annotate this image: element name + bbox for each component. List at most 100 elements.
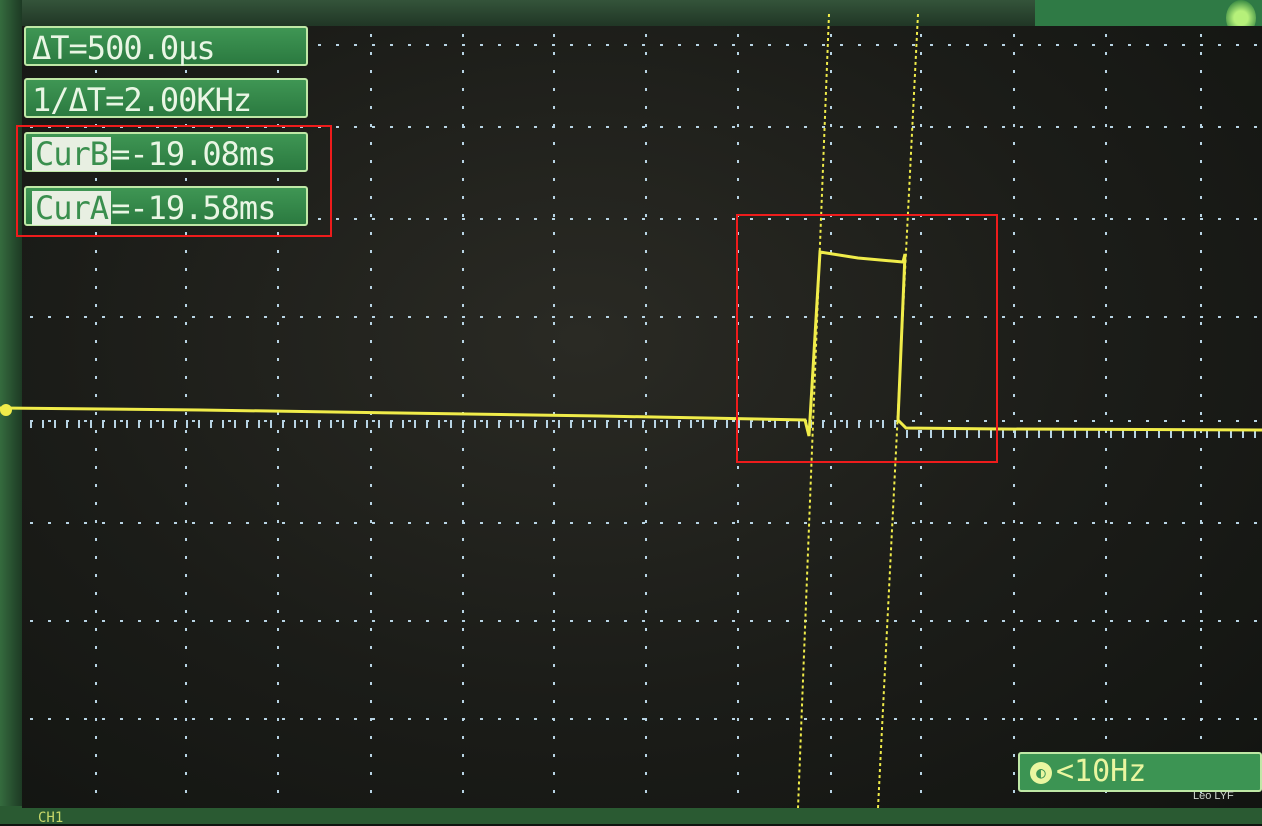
grid-dot (1200, 376, 1202, 379)
axis-tick (30, 420, 32, 428)
grid-dot (645, 304, 647, 307)
grid-dot (1013, 250, 1015, 253)
grid-dot (1200, 52, 1202, 55)
grid-dot (318, 620, 321, 622)
axis-tick (114, 420, 116, 428)
grid-dot (1110, 522, 1113, 524)
grid-dot (786, 44, 789, 46)
grid-dot (370, 628, 372, 631)
grid-dot (1038, 126, 1041, 128)
grid-dot (1105, 538, 1107, 541)
grid-dot (920, 160, 922, 163)
grid-dot (277, 736, 279, 739)
grid-dot (1002, 218, 1005, 220)
grid-dot (1038, 522, 1041, 524)
grid-dot (645, 682, 647, 685)
grid-dot (1110, 316, 1113, 318)
grid-dot (645, 448, 647, 451)
grid-dot (1074, 718, 1077, 720)
grid-dot (920, 682, 922, 685)
grid-dot (336, 522, 339, 524)
grid-dot (277, 286, 279, 289)
grid-dot (480, 126, 483, 128)
grid-dot (822, 522, 825, 524)
trigger-frequency-text: <10Hz (1056, 754, 1147, 789)
axis-tick (1002, 430, 1004, 438)
grid-dot (534, 44, 537, 46)
grid-dot (1218, 522, 1221, 524)
grid-dot (645, 592, 647, 595)
grid-dot (138, 620, 141, 622)
grid-dot (277, 448, 279, 451)
grid-dot (830, 88, 832, 91)
delta-t-text: ΔT=500.0μs (32, 29, 216, 67)
grid-dot (732, 620, 735, 622)
grid-dot (830, 466, 832, 469)
grid-dot (1128, 44, 1131, 46)
axis-tick (702, 420, 704, 428)
axis-tick (1014, 430, 1016, 438)
grid-dot (645, 34, 647, 37)
axis-tick (474, 420, 476, 428)
grid-dot (277, 484, 279, 487)
grid-dot (408, 620, 411, 622)
axis-tick (306, 420, 308, 428)
grid-dot (95, 322, 97, 325)
grid-dot (1074, 218, 1077, 220)
grid-dot (264, 316, 267, 318)
grid-dot (645, 556, 647, 559)
grid-dot (1146, 316, 1149, 318)
grid-dot (920, 790, 922, 793)
grid-dot (1200, 700, 1202, 703)
grid-dot (553, 178, 555, 181)
grid-dot (1254, 718, 1257, 720)
grid-dot (966, 718, 969, 720)
grid-dot (1105, 196, 1107, 199)
grid-dot (920, 88, 922, 91)
grid-dot (1013, 322, 1015, 325)
grid-dot (624, 620, 627, 622)
grid-dot (1013, 646, 1015, 649)
grid-dot (830, 718, 832, 721)
grid-dot (737, 106, 739, 109)
grid-dot (1105, 358, 1107, 361)
grid-dot (277, 790, 279, 793)
grid-dot (1013, 700, 1015, 703)
grid-dot (920, 124, 922, 127)
grid-dot (444, 420, 447, 422)
grid-dot (1218, 126, 1221, 128)
grid-dot (1056, 620, 1059, 622)
grid-dot (534, 718, 537, 720)
grid-dot (696, 522, 699, 524)
grid-dot (390, 218, 393, 220)
grid-dot (277, 592, 279, 595)
grid-dot (1105, 88, 1107, 91)
grid-dot (750, 126, 753, 128)
grid-dot (408, 718, 411, 720)
grid-dot (1092, 718, 1095, 720)
grid-dot (553, 160, 555, 163)
grid-dot (1128, 420, 1131, 422)
grid-dot (553, 772, 555, 775)
grid-dot (588, 44, 591, 46)
grid-dot (606, 44, 609, 46)
grid-dot (354, 218, 357, 220)
grid-dot (696, 44, 699, 46)
grid-dot (737, 34, 739, 37)
grid-dot (645, 286, 647, 289)
grid-dot (264, 620, 267, 622)
grid-dot (1092, 218, 1095, 220)
grid-dot (185, 340, 187, 343)
grid-dot (370, 736, 372, 739)
grid-dot (1013, 574, 1015, 577)
grid-dot (737, 466, 739, 469)
grid-dot (570, 218, 573, 220)
grid-dot (737, 772, 739, 775)
axis-tick (1158, 430, 1160, 438)
grid-dot (370, 772, 372, 775)
grid-dot (830, 124, 832, 127)
grid-dot (95, 556, 97, 559)
grid-dot (277, 646, 279, 649)
grid-dot (95, 574, 97, 577)
grid-dot (370, 160, 372, 163)
